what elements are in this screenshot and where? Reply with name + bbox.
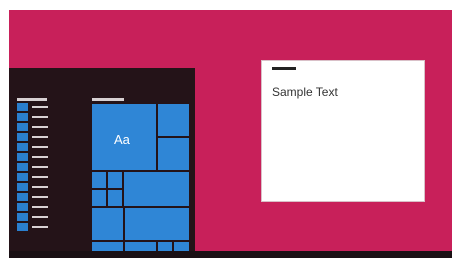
tile-small[interactable] (158, 104, 189, 136)
sample-window: Sample Text (262, 61, 424, 201)
app-name-line (32, 126, 48, 128)
app-list-item[interactable] (17, 193, 57, 201)
app-list-item[interactable] (17, 103, 57, 111)
tile-wide[interactable] (125, 208, 189, 240)
tile-mini[interactable] (108, 190, 122, 206)
app-icon (17, 163, 28, 171)
app-name-line (32, 156, 48, 158)
app-name-line (32, 166, 48, 168)
taskbar (9, 251, 452, 258)
tile-mini[interactable] (108, 172, 122, 188)
app-icon (17, 193, 28, 201)
tile-small[interactable] (158, 138, 189, 170)
app-name-line (32, 116, 48, 118)
app-name-line (32, 136, 48, 138)
tile-area: Aa (92, 104, 189, 251)
app-list-item[interactable] (17, 133, 57, 141)
app-icon (17, 103, 28, 111)
app-icon (17, 223, 28, 231)
tile-small[interactable] (92, 242, 123, 251)
app-name-line (32, 226, 48, 228)
tile-small[interactable] (92, 208, 123, 240)
app-icon (17, 183, 28, 191)
app-icon (17, 113, 28, 121)
tile-mini[interactable] (158, 242, 172, 251)
tiles-header (92, 98, 124, 101)
tile-large[interactable]: Aa (92, 104, 156, 170)
app-list-item[interactable] (17, 143, 57, 151)
tile-label: Aa (114, 132, 130, 147)
tile-mini[interactable] (92, 172, 106, 188)
window-title-bar (272, 67, 296, 70)
app-list-item[interactable] (17, 123, 57, 131)
app-list-item[interactable] (17, 153, 57, 161)
app-list-item[interactable] (17, 173, 57, 181)
app-icon (17, 143, 28, 151)
app-list-item[interactable] (17, 223, 57, 231)
app-icon (17, 173, 28, 181)
sample-text: Sample Text (272, 85, 338, 99)
start-menu: Aa (9, 68, 195, 251)
app-name-line (32, 216, 48, 218)
app-list-item[interactable] (17, 113, 57, 121)
app-icon (17, 153, 28, 161)
app-icon (17, 133, 28, 141)
tile-small[interactable] (125, 242, 156, 251)
app-name-line (32, 146, 48, 148)
app-icon (17, 213, 28, 221)
app-icon (17, 203, 28, 211)
tile-mini[interactable] (174, 242, 189, 251)
app-list-item[interactable] (17, 163, 57, 171)
app-list-item[interactable] (17, 213, 57, 221)
desktop-preview: Aa Sample Text (9, 10, 452, 258)
app-icon (17, 123, 28, 131)
app-list-item[interactable] (17, 203, 57, 211)
app-name-line (32, 206, 48, 208)
app-list-header (17, 98, 47, 101)
app-list-item[interactable] (17, 183, 57, 191)
tile-mini[interactable] (92, 190, 106, 206)
app-name-line (32, 176, 48, 178)
app-name-line (32, 186, 48, 188)
app-name-line (32, 196, 48, 198)
app-name-line (32, 106, 48, 108)
tile-wide[interactable] (124, 172, 189, 206)
